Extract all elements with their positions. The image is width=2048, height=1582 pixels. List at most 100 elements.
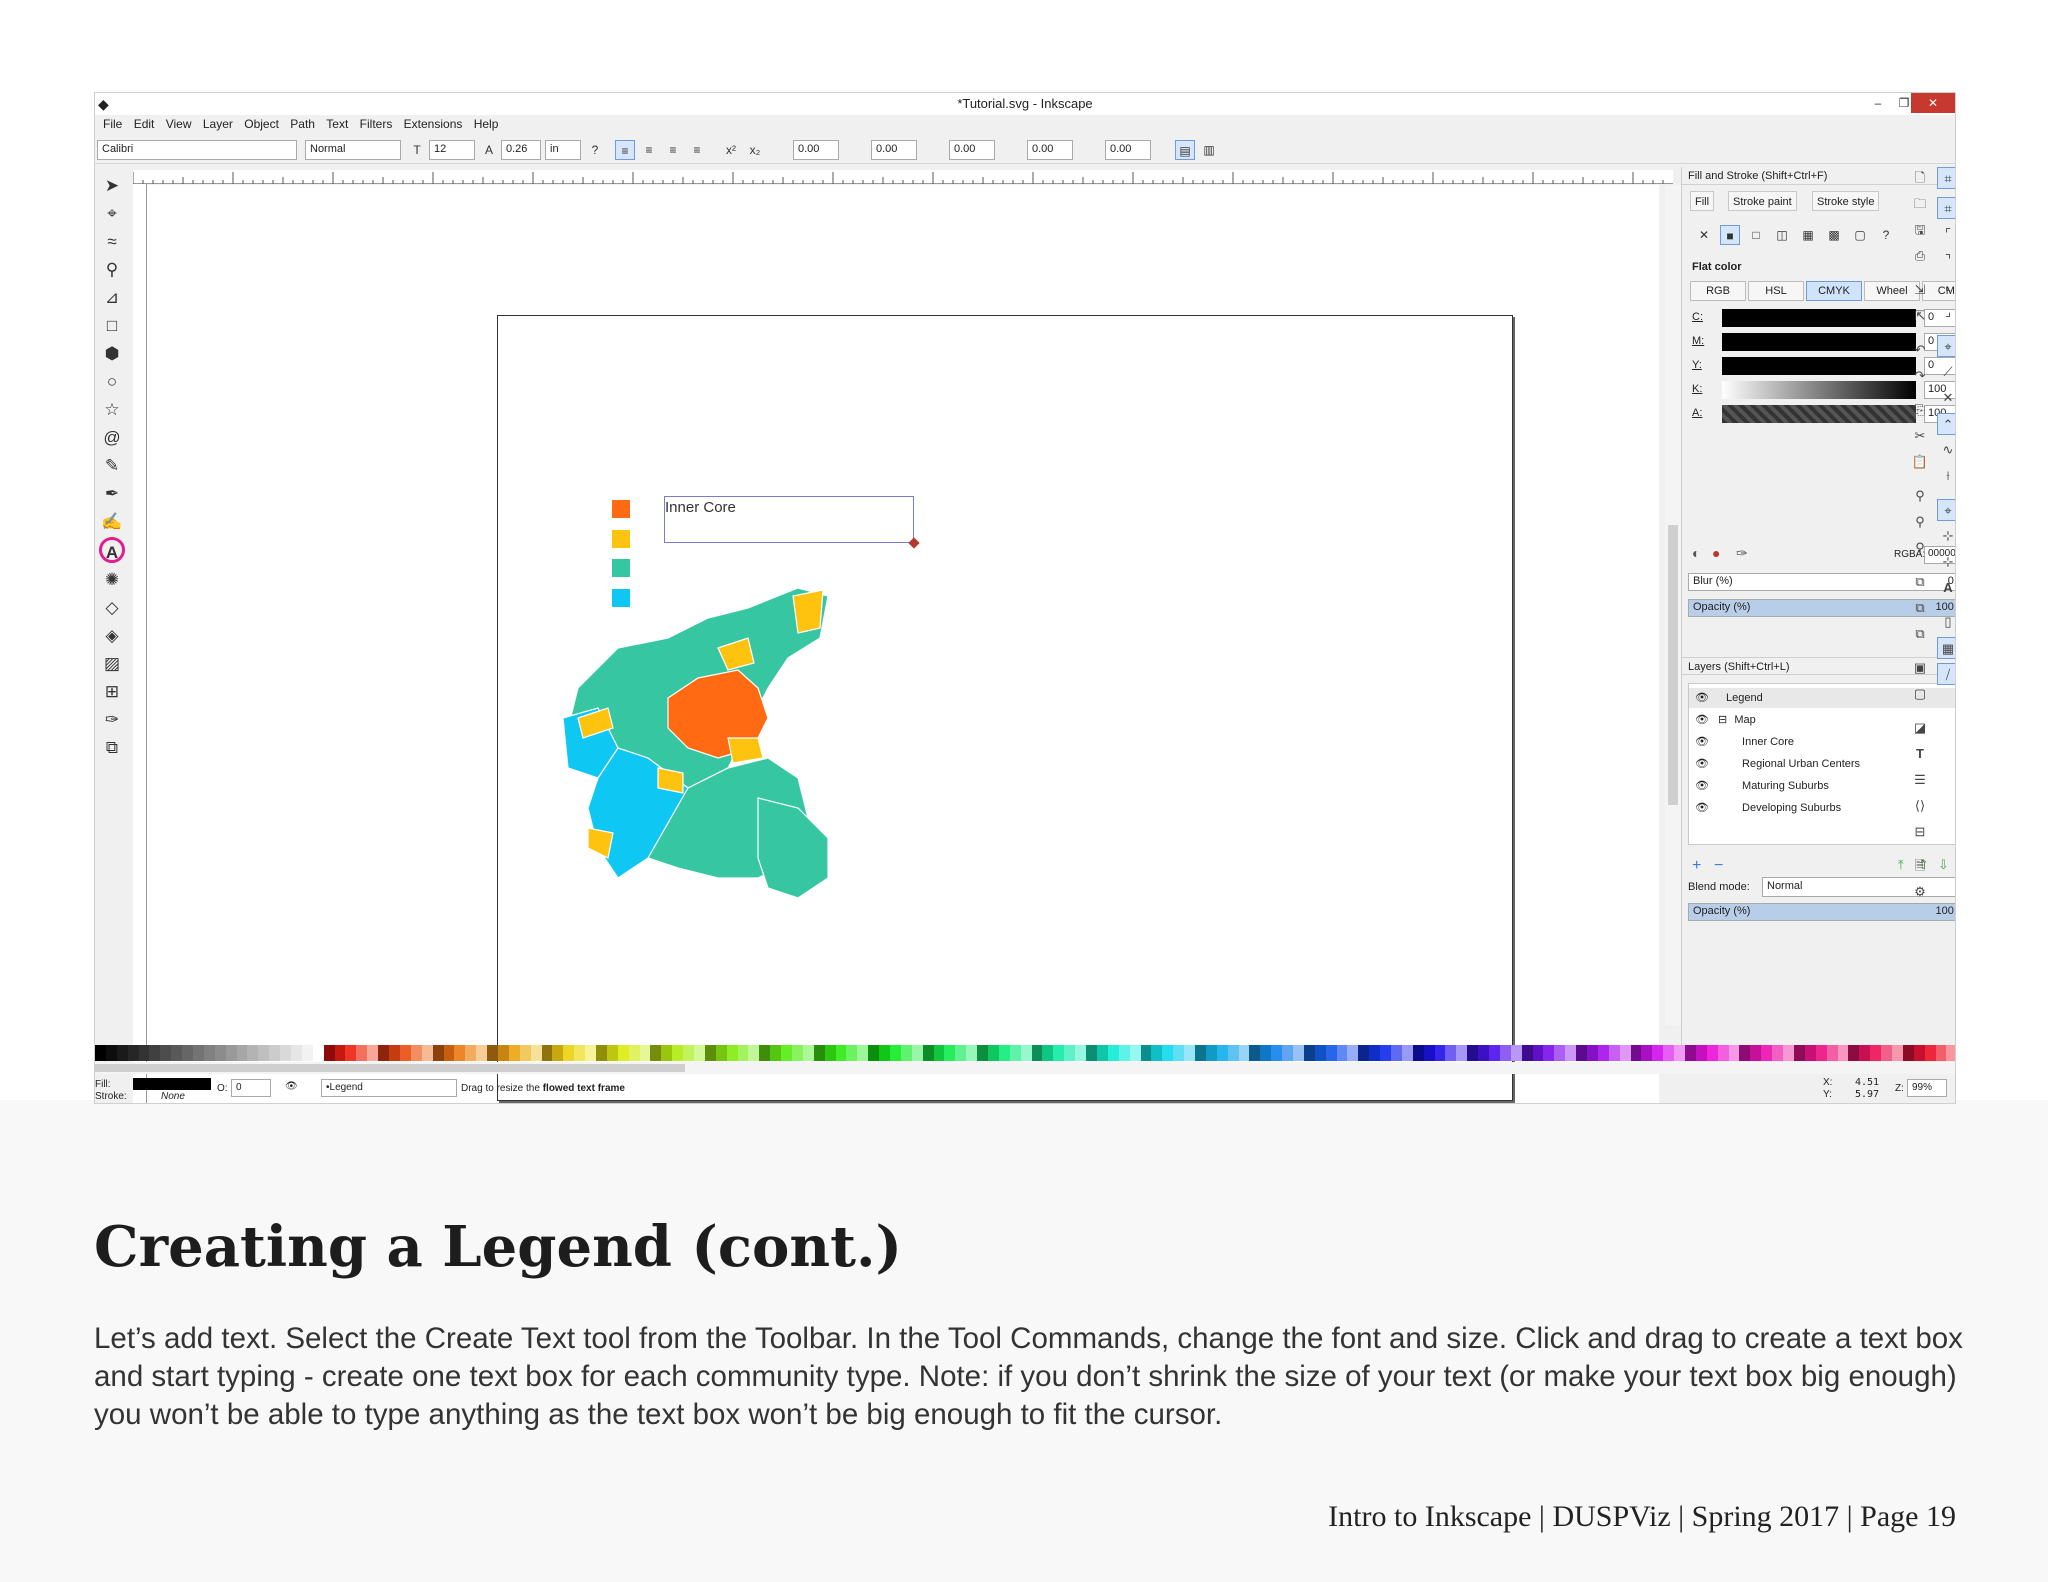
- palette-swatch[interactable]: [1859, 1045, 1871, 1061]
- palette-swatch[interactable]: [1129, 1045, 1141, 1061]
- vertical-shift-field[interactable]: 0.00: [1027, 140, 1073, 160]
- palette-swatch[interactable]: [650, 1045, 662, 1061]
- palette-swatch[interactable]: [497, 1045, 509, 1061]
- palette-swatch[interactable]: [1456, 1045, 1468, 1061]
- palette-swatch[interactable]: [323, 1045, 335, 1061]
- palette-swatch[interactable]: [356, 1045, 368, 1061]
- snap-bbox-midpoint-icon[interactable]: ⌞: [1937, 275, 1955, 297]
- palette-swatch[interactable]: [1390, 1045, 1402, 1061]
- palette-swatch[interactable]: [291, 1045, 302, 1061]
- palette-swatch[interactable]: [944, 1045, 956, 1061]
- opacity-field-status[interactable]: 0: [231, 1079, 271, 1097]
- palette-swatch[interactable]: [247, 1045, 259, 1061]
- save-icon[interactable]: 🖫: [1909, 219, 1931, 241]
- palette-swatch[interactable]: [792, 1045, 803, 1061]
- palette-swatch[interactable]: [1369, 1045, 1381, 1061]
- xml-editor-icon[interactable]: ⟨⟩: [1909, 795, 1931, 817]
- palette-swatch[interactable]: [1619, 1045, 1631, 1061]
- radial-gradient-icon[interactable]: ◫: [1772, 225, 1792, 245]
- letter-spacing-field[interactable]: 0.00: [793, 140, 839, 160]
- palette-swatch[interactable]: [879, 1045, 891, 1061]
- unit-select[interactable]: in: [545, 140, 581, 160]
- palette-swatch[interactable]: [1042, 1045, 1054, 1061]
- mode-rgb[interactable]: RGB: [1690, 281, 1746, 301]
- palette-swatch[interactable]: [1173, 1045, 1185, 1061]
- undo-icon[interactable]: ↶: [1909, 339, 1931, 361]
- palette-swatch[interactable]: [770, 1045, 782, 1061]
- palette-swatch[interactable]: [988, 1045, 999, 1061]
- palette-swatch[interactable]: [639, 1045, 651, 1061]
- open-icon[interactable]: 🗀: [1909, 193, 1931, 215]
- rectangle-tool-icon[interactable]: □: [99, 313, 125, 339]
- palette-swatch[interactable]: [1194, 1045, 1206, 1061]
- palette-swatch[interactable]: [1184, 1045, 1195, 1061]
- palette-swatch[interactable]: [160, 1045, 172, 1061]
- mode-hsl[interactable]: HSL: [1748, 281, 1804, 301]
- palette-swatch[interactable]: [1532, 1045, 1544, 1061]
- menu-file[interactable]: File: [103, 117, 122, 131]
- palette-swatch[interactable]: [269, 1045, 281, 1061]
- text-box-content[interactable]: Inner Core: [665, 499, 736, 516]
- palette-swatch[interactable]: [476, 1045, 488, 1061]
- palette-swatch[interactable]: [1728, 1045, 1740, 1061]
- align-left-button[interactable]: ≡: [615, 140, 635, 160]
- palette-swatch[interactable]: [1064, 1045, 1076, 1061]
- snap-rotation-center-icon[interactable]: ⊹: [1937, 551, 1955, 573]
- palette-swatch[interactable]: [312, 1045, 324, 1061]
- duplicate-icon[interactable]: ⧉: [1909, 571, 1931, 593]
- palette-swatch[interactable]: [748, 1045, 760, 1061]
- palette-swatch[interactable]: [508, 1045, 520, 1061]
- palette-swatch[interactable]: [1739, 1045, 1751, 1061]
- zoom-selection-icon[interactable]: ⚲: [1909, 485, 1931, 507]
- horizontal-text-button[interactable]: ▤: [1175, 140, 1195, 160]
- font-size-field[interactable]: 12: [429, 140, 475, 160]
- flowed-text-frame[interactable]: Inner Core: [664, 496, 920, 549]
- palette-swatch[interactable]: [835, 1045, 847, 1061]
- ungroup-icon[interactable]: ▢: [1909, 683, 1931, 705]
- palette-swatch[interactable]: [672, 1045, 684, 1061]
- palette-swatch[interactable]: [171, 1045, 183, 1061]
- menu-path[interactable]: Path: [290, 117, 315, 131]
- print-icon[interactable]: ⎙: [1909, 245, 1931, 267]
- close-button[interactable]: ✕: [1911, 93, 1955, 113]
- palette-swatch[interactable]: [1837, 1045, 1849, 1061]
- palette-swatch[interactable]: [1587, 1045, 1598, 1061]
- palette-swatch[interactable]: [1467, 1045, 1479, 1061]
- palette-swatch[interactable]: [432, 1045, 444, 1061]
- vertical-scroll-thumb[interactable]: [1668, 525, 1678, 805]
- palette-swatch[interactable]: [900, 1045, 912, 1061]
- select-tool-icon[interactable]: ➤: [99, 173, 125, 199]
- fill-swatch[interactable]: [133, 1078, 211, 1090]
- palette-swatch[interactable]: [367, 1045, 379, 1061]
- snap-bbox-edge-icon[interactable]: ⌜: [1937, 223, 1955, 245]
- horizontal-scroll-thumb[interactable]: [95, 1064, 685, 1072]
- snap-bbox-corner-icon[interactable]: ⌝: [1937, 249, 1955, 271]
- snap-bbox-center-icon[interactable]: ⌟: [1937, 301, 1955, 323]
- palette-swatch[interactable]: [1521, 1045, 1533, 1061]
- visibility-eye-icon[interactable]: 👁: [1695, 714, 1709, 726]
- node-tool-icon[interactable]: ⌖: [99, 201, 125, 227]
- pattern-icon[interactable]: ▩: [1824, 225, 1844, 245]
- palette-swatch[interactable]: [781, 1045, 792, 1061]
- snap-nodes-icon[interactable]: ⌖: [1937, 335, 1955, 357]
- pencil-tool-icon[interactable]: ✎: [99, 453, 125, 479]
- color-palette[interactable]: [95, 1045, 1955, 1061]
- swatch-icon[interactable]: ▢: [1850, 225, 1870, 245]
- palette-swatch[interactable]: [813, 1045, 825, 1061]
- channel-a-slider[interactable]: [1722, 405, 1916, 423]
- color-managed-icon[interactable]: ◐: [1692, 545, 1700, 561]
- paste-icon[interactable]: 📋: [1909, 451, 1931, 473]
- palette-swatch[interactable]: [1826, 1045, 1838, 1061]
- menu-extensions[interactable]: Extensions: [404, 117, 463, 131]
- palette-swatch[interactable]: [1804, 1045, 1816, 1061]
- snap-page-border-icon[interactable]: ▯: [1937, 611, 1955, 633]
- zoom-field[interactable]: 99%: [1907, 1079, 1947, 1097]
- palette-swatch[interactable]: [1162, 1045, 1174, 1061]
- palette-swatch[interactable]: [116, 1045, 128, 1061]
- palette-swatch[interactable]: [574, 1045, 586, 1061]
- palette-swatch[interactable]: [922, 1045, 934, 1061]
- palette-swatch[interactable]: [661, 1045, 673, 1061]
- 3d-box-tool-icon[interactable]: ⬢: [99, 341, 125, 367]
- palette-swatch[interactable]: [933, 1045, 945, 1061]
- drawing-canvas[interactable]: Inner Core: [147, 185, 1659, 1103]
